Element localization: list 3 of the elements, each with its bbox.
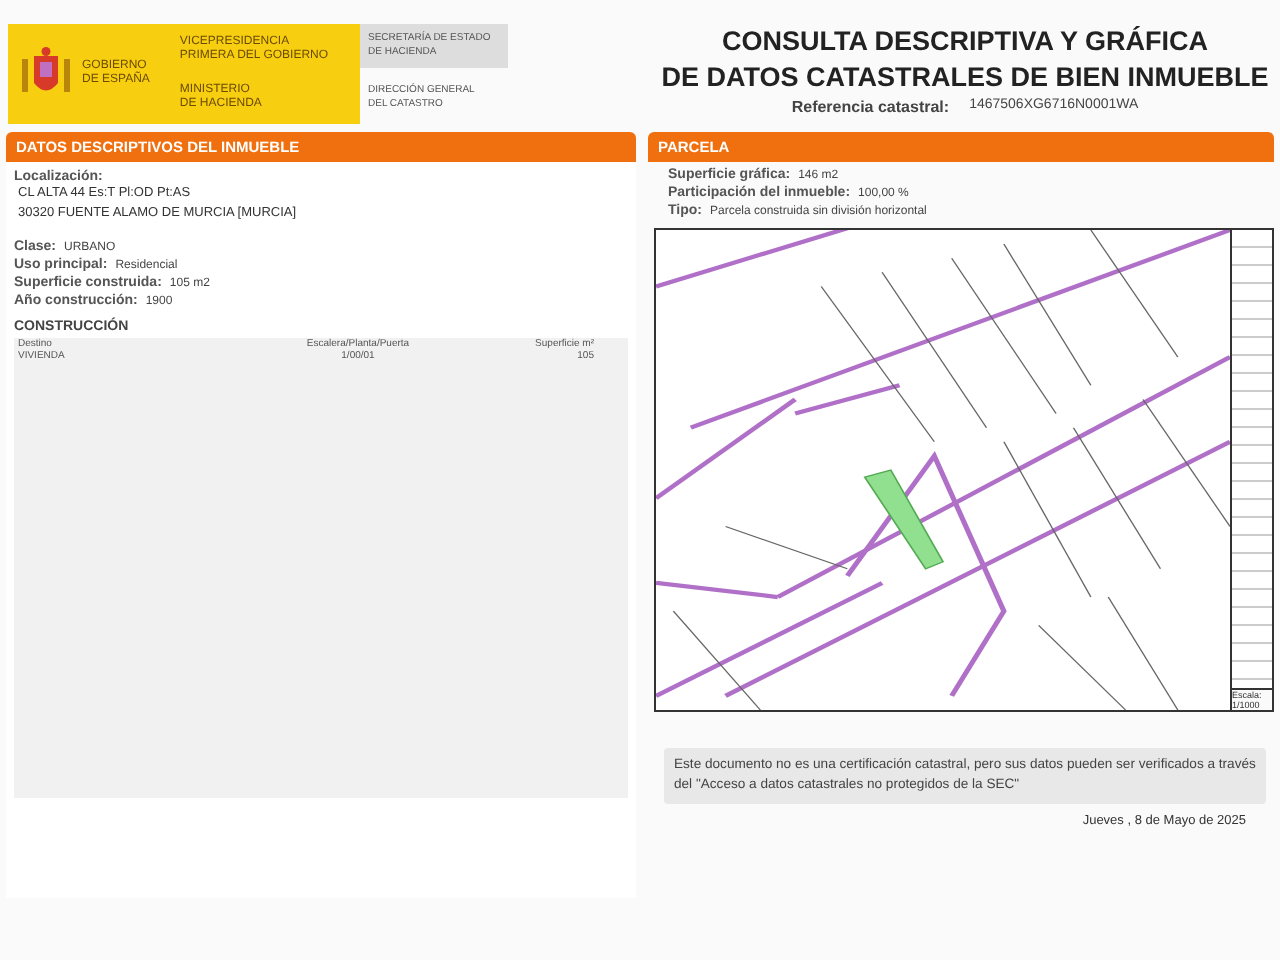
reference-label: Referencia catastral: (791, 98, 950, 116)
document-title: DE DATOS CATASTRALES DE BIEN INMUEBLE (661, 60, 1269, 96)
document-title: CONSULTA DESCRIPTIVA Y GRÁFICA (721, 24, 1208, 60)
